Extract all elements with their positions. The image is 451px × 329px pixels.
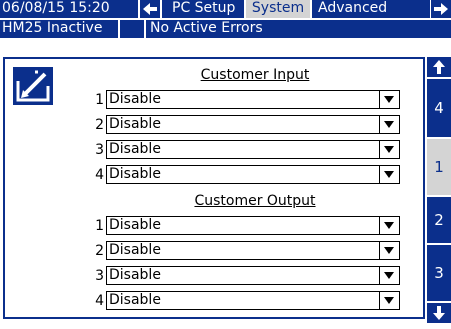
output-row-number: 3 — [95, 268, 104, 284]
arrow-up-icon — [433, 60, 445, 74]
customer-input-4-select[interactable]: Disable — [106, 165, 400, 184]
input-row-number: 1 — [95, 92, 104, 108]
page-tab-1[interactable]: 1 — [427, 139, 451, 195]
select-value: Disable — [109, 217, 161, 233]
edit-pencil-icon — [15, 69, 51, 102]
tab-next-button[interactable] — [431, 0, 451, 18]
select-value: Disable — [109, 166, 161, 182]
chevron-down-icon[interactable] — [379, 242, 399, 259]
error-status: No Active Errors — [146, 20, 451, 38]
customer-output-1-select[interactable]: Disable — [106, 216, 400, 235]
select-value: Disable — [109, 267, 161, 283]
datetime: 06/08/15 15:20 — [0, 0, 138, 18]
input-row-number: 4 — [95, 167, 104, 183]
input-row-number: 2 — [95, 117, 104, 133]
customer-input-title: Customer Input — [200, 67, 310, 83]
page-up-button[interactable] — [427, 57, 451, 77]
chevron-down-icon[interactable] — [379, 91, 399, 108]
chevron-down-icon[interactable] — [379, 267, 399, 284]
output-row-number: 1 — [95, 218, 104, 234]
page-tab-4[interactable]: 4 — [427, 79, 451, 137]
customer-input-3-select[interactable]: Disable — [106, 140, 400, 159]
page-down-button[interactable] — [427, 303, 451, 323]
input-row-number: 3 — [95, 142, 104, 158]
machine-status: HM25 Inactive — [0, 20, 118, 38]
arrow-down-icon — [433, 306, 445, 320]
output-row-number: 4 — [95, 293, 104, 309]
chevron-down-icon[interactable] — [379, 217, 399, 234]
output-row-number: 2 — [95, 243, 104, 259]
customer-input-2-select[interactable]: Disable — [106, 115, 400, 134]
page-tab-2[interactable]: 2 — [427, 197, 451, 243]
select-value: Disable — [109, 116, 161, 132]
chevron-down-icon[interactable] — [379, 292, 399, 309]
tab-prev-button[interactable] — [140, 0, 160, 18]
customer-output-3-select[interactable]: Disable — [106, 266, 400, 285]
customer-output-4-select[interactable]: Disable — [106, 291, 400, 310]
tab-pc-setup[interactable]: PC Setup — [162, 0, 244, 18]
customer-input-1-select[interactable]: Disable — [106, 90, 400, 109]
tab-advanced[interactable]: Advanced — [312, 0, 430, 18]
customer-output-2-select[interactable]: Disable — [106, 241, 400, 260]
edit-button[interactable] — [13, 67, 53, 105]
chevron-down-icon[interactable] — [379, 116, 399, 133]
select-value: Disable — [109, 91, 161, 107]
select-value: Disable — [109, 141, 161, 157]
arrow-right-icon — [434, 3, 448, 15]
tab-system[interactable]: System — [246, 0, 310, 18]
select-value: Disable — [109, 292, 161, 308]
arrow-left-icon — [143, 3, 157, 15]
status-indicator — [120, 20, 144, 38]
customer-output-title: Customer Output — [194, 193, 316, 209]
chevron-down-icon[interactable] — [379, 166, 399, 183]
chevron-down-icon[interactable] — [379, 141, 399, 158]
select-value: Disable — [109, 242, 161, 258]
page-tab-3[interactable]: 3 — [427, 245, 451, 301]
